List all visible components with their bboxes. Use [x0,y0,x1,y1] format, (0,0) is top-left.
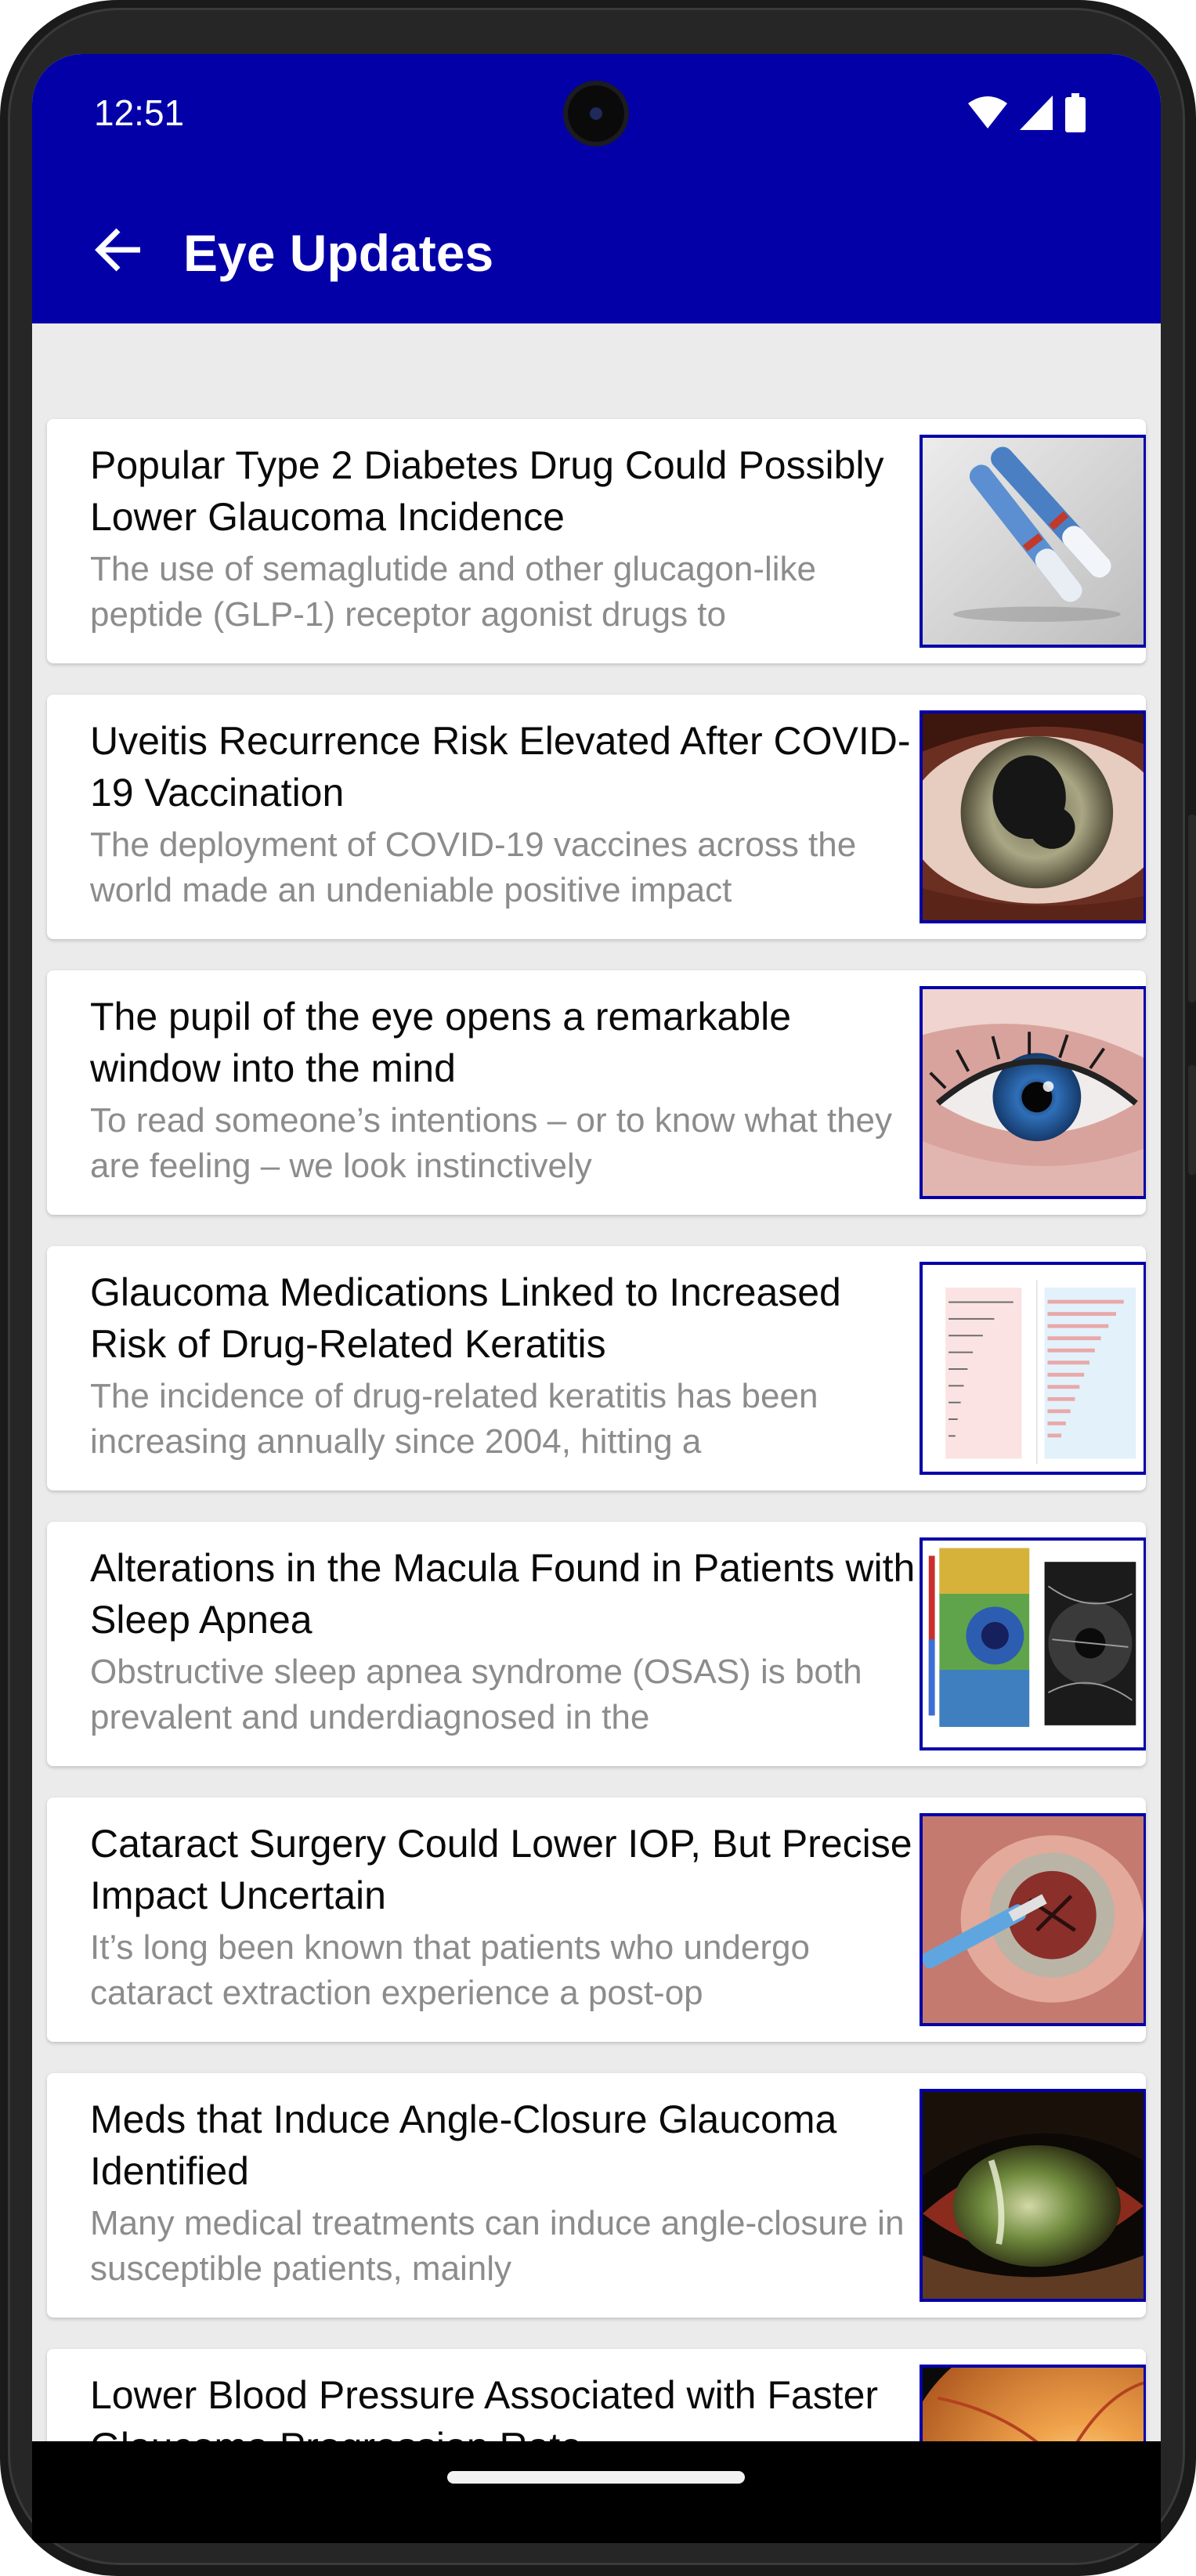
article-title: The pupil of the eye opens a remarkable … [90,995,791,1090]
keratitis-chart-image [920,1262,1146,1475]
article-snippet: Many medical treatments can induce angle… [90,2204,905,2288]
home-gesture-handle[interactable] [447,2471,745,2484]
article-snippet: It’s long been known that patients who u… [90,1928,810,2012]
article-snippet: The incidence of drug-related keratitis … [90,1377,818,1461]
article-title: Glaucoma Medications Linked to Increased… [90,1270,841,1366]
article-snippet: To read someone’s intentions – or to kno… [90,1101,893,1185]
article-card[interactable]: Cataract Surgery Could Lower IOP, But Pr… [47,1797,1146,2042]
injection-pens-image [920,435,1146,648]
article-title: Lower Blood Pressure Associated with Fas… [90,2373,879,2441]
article-card[interactable]: The pupil of the eye opens a remarkable … [47,970,1146,1215]
article-title: Cataract Surgery Could Lower IOP, But Pr… [90,1822,912,1917]
article-title: Meds that Induce Angle-Closure Glaucoma … [90,2097,837,2193]
back-button[interactable] [79,211,157,289]
phone-frame: 12:51 Eye Updates Popular Type 2 Diabete… [0,0,1196,2576]
screen: 12:51 Eye Updates Popular Type 2 Diabete… [32,54,1161,2441]
status-time: 12:51 [94,92,185,133]
fundus-image [920,2365,1146,2441]
article-card[interactable]: Glaucoma Medications Linked to Increased… [47,1246,1146,1490]
battery-icon [1065,93,1086,132]
article-snippet: Obstructive sleep apnea syndrome (OSAS) … [90,1653,862,1736]
wifi-icon [968,96,1007,128]
blue-eye-image [920,986,1146,1199]
article-list[interactable]: Popular Type 2 Diabetes Drug Could Possi… [32,323,1161,2441]
signal-icon [1020,96,1053,130]
page-title: Eye Updates [183,224,494,282]
article-snippet: The use of semaglutide and other glucago… [90,550,817,634]
article-card[interactable]: Meds that Induce Angle-Closure Glaucoma … [47,2073,1146,2318]
navigation-bar [32,2441,1161,2543]
angle-closure-eye-image [920,2089,1146,2302]
article-card[interactable]: Uveitis Recurrence Risk Elevated After C… [47,695,1146,939]
arrow-left-icon [95,228,140,272]
article-snippet: The deployment of COVID-19 vaccines acro… [90,826,857,909]
volume-button [1188,1065,1196,1175]
power-button [1188,815,1196,1003]
article-card[interactable]: Popular Type 2 Diabetes Drug Could Possi… [47,419,1146,663]
status-icons [968,93,1086,132]
article-title: Uveitis Recurrence Risk Elevated After C… [90,719,911,815]
macula-scan-image [920,1537,1146,1750]
eye-closeup-image [920,710,1146,923]
app-header: 12:51 Eye Updates [32,54,1161,323]
front-camera [563,81,629,146]
cataract-surgery-image [920,1813,1146,2026]
article-card[interactable]: Lower Blood Pressure Associated with Fas… [47,2349,1146,2441]
article-title: Popular Type 2 Diabetes Drug Could Possi… [90,443,884,539]
article-card[interactable]: Alterations in the Macula Found in Patie… [47,1522,1146,1766]
article-title: Alterations in the Macula Found in Patie… [90,1546,916,1642]
